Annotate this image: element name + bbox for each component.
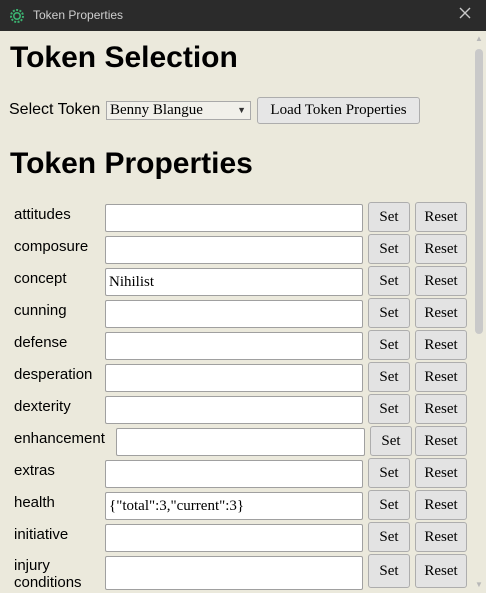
- token-selection-heading: Token Selection: [10, 41, 238, 74]
- reset-button-dexterity[interactable]: Reset: [415, 394, 467, 424]
- reset-button-attitudes[interactable]: Reset: [415, 202, 467, 232]
- set-button-concept[interactable]: Set: [368, 266, 410, 296]
- property-label-initiative: initiative: [14, 526, 69, 543]
- set-button-dexterity[interactable]: Set: [368, 394, 410, 424]
- property-input-enhancement[interactable]: [116, 428, 365, 456]
- reset-button-cunning[interactable]: Reset: [415, 298, 467, 328]
- property-label-desperation: desperation: [14, 366, 93, 383]
- property-input-composure[interactable]: [105, 236, 363, 264]
- property-input-initiative[interactable]: [105, 524, 363, 552]
- set-button-composure[interactable]: Set: [368, 234, 410, 264]
- property-label-enhancement: enhancement: [14, 430, 105, 447]
- set-button-health[interactable]: Set: [368, 490, 410, 520]
- property-input-extras[interactable]: [105, 460, 363, 488]
- property-label-defense: defense: [14, 334, 68, 351]
- reset-button-extras[interactable]: Reset: [415, 458, 467, 488]
- token-select[interactable]: Benny Blangue ▼: [106, 101, 251, 120]
- set-button-enhancement[interactable]: Set: [370, 426, 412, 456]
- property-input-cunning[interactable]: [105, 300, 363, 328]
- title-bar: Token Properties: [0, 0, 486, 31]
- reset-button-composure[interactable]: Reset: [415, 234, 467, 264]
- properties-panel: Token Selection Select Token Benny Blang…: [0, 31, 472, 593]
- token-properties-heading: Token Properties: [10, 147, 253, 180]
- reset-button-concept[interactable]: Reset: [415, 266, 467, 296]
- set-button-attitudes[interactable]: Set: [368, 202, 410, 232]
- property-input-concept[interactable]: [105, 268, 363, 296]
- reset-button-enhancement[interactable]: Reset: [415, 426, 467, 456]
- property-input-desperation[interactable]: [105, 364, 363, 392]
- property-label-composure: composure: [14, 238, 89, 255]
- property-input-attitudes[interactable]: [105, 204, 363, 232]
- property-input-health[interactable]: [105, 492, 363, 520]
- scroll-down-icon[interactable]: ▼: [475, 581, 483, 589]
- set-button-cunning[interactable]: Set: [368, 298, 410, 328]
- scroll-thumb[interactable]: [475, 49, 483, 334]
- vertical-scrollbar[interactable]: ▲ ▼: [472, 31, 486, 593]
- property-label-concept: concept: [14, 270, 67, 287]
- reset-button-defense[interactable]: Reset: [415, 330, 467, 360]
- property-input-defense[interactable]: [105, 332, 363, 360]
- window-title: Token Properties: [33, 8, 124, 22]
- property-input-injury-conditions[interactable]: [105, 556, 363, 590]
- set-button-defense[interactable]: Set: [368, 330, 410, 360]
- property-label-extras: extras: [14, 462, 55, 479]
- select-token-label: Select Token: [9, 101, 101, 118]
- property-input-dexterity[interactable]: [105, 396, 363, 424]
- reset-button-initiative[interactable]: Reset: [415, 522, 467, 552]
- reset-button-injury-conditions[interactable]: Reset: [415, 554, 467, 588]
- property-label-cunning: cunning: [14, 302, 67, 319]
- set-button-desperation[interactable]: Set: [368, 362, 410, 392]
- set-button-extras[interactable]: Set: [368, 458, 410, 488]
- set-button-injury-conditions[interactable]: Set: [368, 554, 410, 588]
- close-icon[interactable]: [458, 6, 472, 20]
- set-button-initiative[interactable]: Set: [368, 522, 410, 552]
- property-label-dexterity: dexterity: [14, 398, 71, 415]
- reset-button-desperation[interactable]: Reset: [415, 362, 467, 392]
- gear-icon: [10, 9, 24, 23]
- selected-token-value: Benny Blangue: [110, 102, 203, 118]
- property-label-injury-conditions: injury conditions: [14, 557, 82, 591]
- scroll-up-icon[interactable]: ▲: [475, 35, 483, 43]
- property-label-attitudes: attitudes: [14, 206, 71, 223]
- load-token-properties-button[interactable]: Load Token Properties: [257, 97, 420, 124]
- property-label-health: health: [14, 494, 55, 511]
- dropdown-arrow-icon: ▼: [237, 105, 246, 115]
- reset-button-health[interactable]: Reset: [415, 490, 467, 520]
